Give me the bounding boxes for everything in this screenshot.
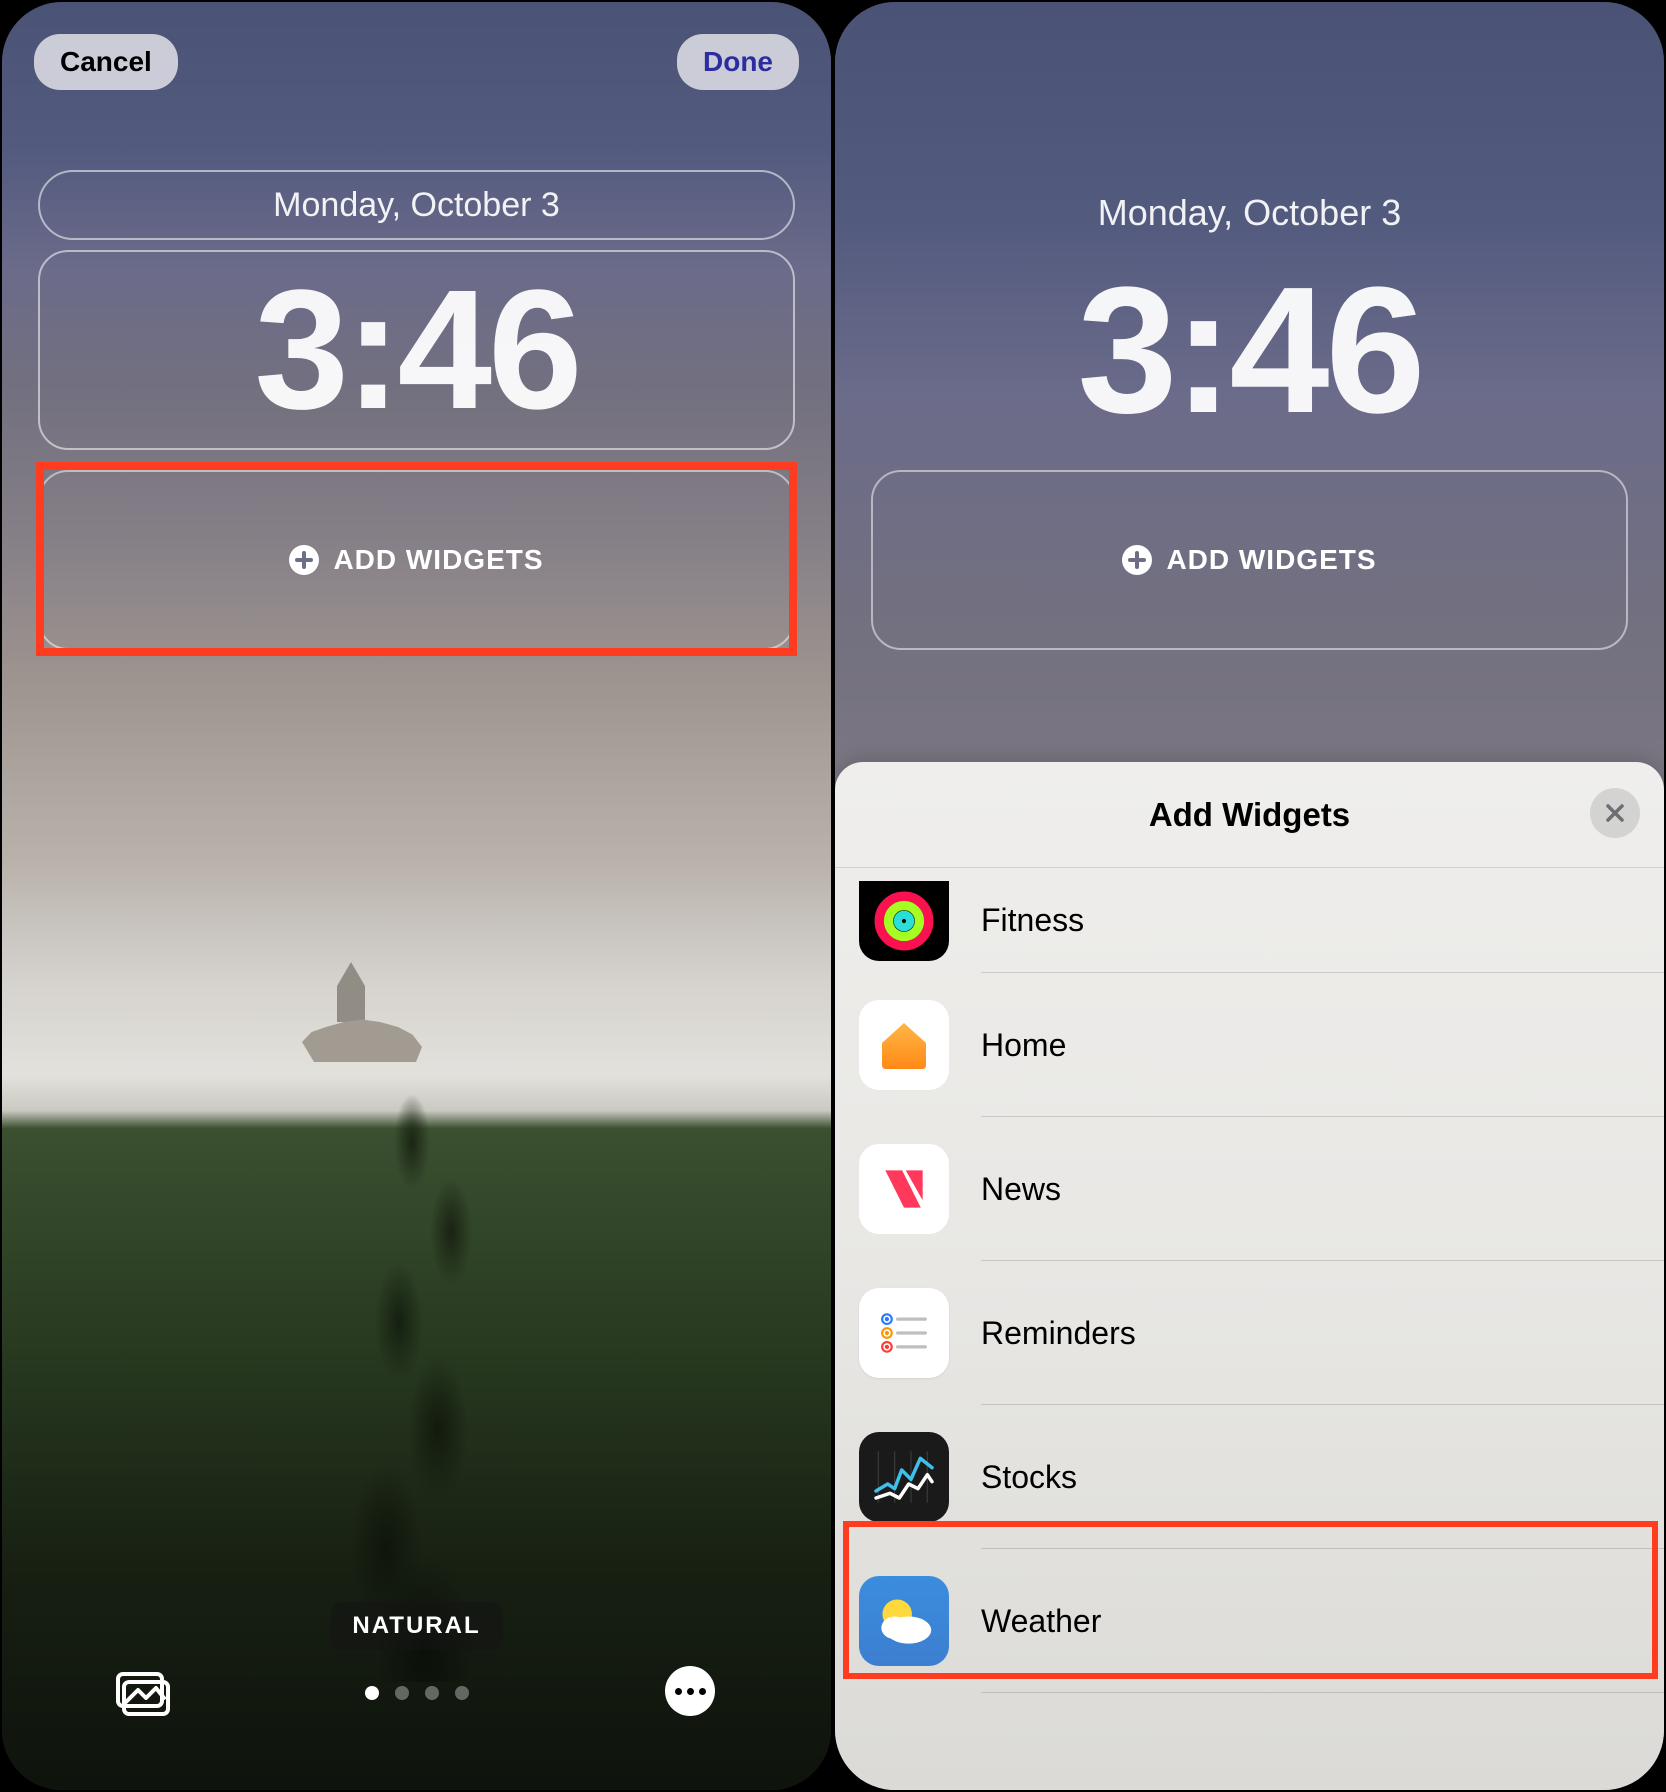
page-dot-1 [365, 1686, 379, 1700]
fitness-icon [859, 881, 949, 961]
phone-left: Cancel Done Monday, October 3 3:46 ADD W… [2, 2, 831, 1790]
widget-label: Reminders [981, 1315, 1136, 1352]
plus-icon [1122, 545, 1152, 575]
page-dot-2 [395, 1686, 409, 1700]
clock-widget[interactable]: 3:46 [871, 250, 1628, 450]
time-label: 3:46 [254, 252, 578, 448]
clock-widget[interactable]: 3:46 [38, 250, 795, 450]
done-button[interactable]: Done [677, 34, 799, 90]
home-icon [859, 1000, 949, 1090]
date-label: Monday, October 3 [1098, 192, 1402, 234]
news-icon [859, 1144, 949, 1234]
widget-label: Home [981, 1027, 1066, 1064]
reminders-icon [859, 1288, 949, 1378]
widget-row-fitness[interactable]: Fitness [835, 868, 1664, 973]
sheet-title: Add Widgets [1149, 796, 1350, 834]
add-widgets-label: ADD WIDGETS [1166, 544, 1376, 576]
more-button[interactable] [665, 1666, 715, 1716]
add-widgets-sheet: Add Widgets Fitness Home [835, 762, 1664, 1790]
sheet-header: Add Widgets [835, 762, 1664, 868]
time-label: 3:46 [1077, 247, 1421, 454]
widget-row-weather[interactable]: Weather [835, 1549, 1664, 1693]
photos-icon[interactable] [116, 1670, 172, 1718]
phone-right: Monday, October 3 3:46 ADD WIDGETS Add W… [835, 2, 1664, 1790]
plus-icon [289, 545, 319, 575]
castle-silhouette [302, 992, 422, 1082]
widget-label: Stocks [981, 1459, 1077, 1496]
filter-label-pill[interactable]: NATURAL [330, 1602, 502, 1650]
widget-label: Weather [981, 1603, 1101, 1640]
add-widgets-button[interactable]: ADD WIDGETS [38, 470, 795, 650]
date-widget[interactable]: Monday, October 3 [38, 170, 795, 240]
widget-row-reminders[interactable]: Reminders [835, 1261, 1664, 1405]
widget-row-news[interactable]: News [835, 1117, 1664, 1261]
close-icon [1604, 802, 1626, 824]
page-indicator[interactable] [365, 1686, 469, 1700]
close-button[interactable] [1590, 788, 1640, 838]
widget-label: Fitness [981, 902, 1084, 939]
add-widgets-label: ADD WIDGETS [333, 544, 543, 576]
widget-row-stocks[interactable]: Stocks [835, 1405, 1664, 1549]
top-button-row: Cancel Done [34, 34, 799, 90]
page-dot-3 [425, 1686, 439, 1700]
widget-row-home[interactable]: Home [835, 973, 1664, 1117]
date-label: Monday, October 3 [273, 186, 560, 225]
ellipsis-icon [675, 1688, 682, 1695]
page-dot-4 [455, 1686, 469, 1700]
filter-label-text: NATURAL [352, 1612, 480, 1639]
widget-label: News [981, 1171, 1061, 1208]
weather-icon [859, 1576, 949, 1666]
add-widgets-button[interactable]: ADD WIDGETS [871, 470, 1628, 650]
cancel-button[interactable]: Cancel [34, 34, 178, 90]
stream-decor [282, 1082, 542, 1682]
widget-list[interactable]: Fitness Home News [835, 868, 1664, 1790]
stocks-icon [859, 1432, 949, 1522]
date-widget[interactable]: Monday, October 3 [871, 178, 1628, 248]
